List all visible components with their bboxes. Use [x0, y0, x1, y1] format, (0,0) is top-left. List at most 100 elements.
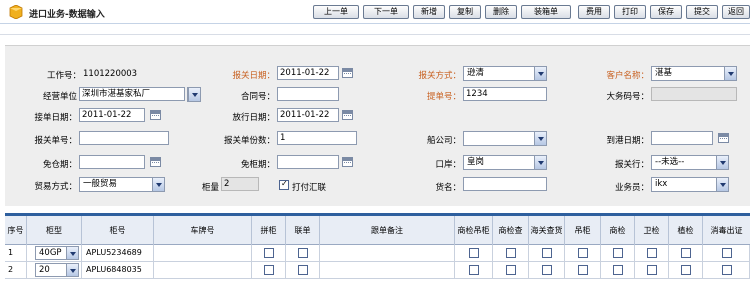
container-type-select[interactable]: 20 — [35, 263, 79, 277]
container-type-cell: 20 — [27, 262, 82, 278]
multi-code-field[interactable] — [651, 87, 737, 101]
free-box-field[interactable] — [277, 155, 339, 169]
arrival-date-field[interactable] — [651, 131, 713, 145]
goods-name-field[interactable] — [463, 177, 547, 191]
delete-button[interactable]: 删除 — [485, 5, 517, 19]
print-button[interactable]: 打印 — [614, 5, 646, 19]
calendar-icon[interactable] — [150, 110, 161, 120]
job-no-label: 工作号： — [46, 71, 81, 81]
header-bar: 进口业务-数据输入 上一单 下一单 新增 复制 删除 装箱单 费用 打印 保存 … — [0, 0, 750, 24]
page-title: 进口业务-数据输入 — [29, 10, 105, 20]
declare-method-select[interactable]: 逊清 — [463, 66, 547, 81]
checkbox-cell — [601, 262, 635, 278]
plate-cell[interactable] — [154, 245, 252, 261]
row-checkbox[interactable] — [722, 265, 732, 275]
checkbox-cell — [601, 245, 635, 261]
port-value: 皇岗 — [467, 157, 485, 167]
submit-button[interactable]: 提交 — [686, 5, 718, 19]
calendar-icon[interactable] — [718, 133, 729, 143]
checkbox-cell — [455, 245, 493, 261]
declare-date-label: 报关日期： — [232, 71, 275, 81]
print-invoice-checkbox[interactable] — [279, 179, 289, 190]
row-number: 2 — [5, 262, 27, 278]
operator-unit-field[interactable]: 深圳市湛基家私厂 — [79, 87, 185, 101]
release-date-field[interactable]: 2011-01-22 — [277, 108, 339, 122]
checkbox-cell — [252, 262, 286, 278]
note-cell[interactable] — [320, 262, 455, 278]
declare-no-field[interactable] — [79, 131, 169, 145]
calendar-icon[interactable] — [342, 157, 353, 167]
row-checkbox[interactable] — [264, 265, 274, 275]
declare-bank-select[interactable]: --未选-- — [651, 155, 729, 170]
row-checkbox[interactable] — [647, 248, 657, 258]
row-checkbox[interactable] — [681, 265, 691, 275]
row-checkbox[interactable] — [578, 248, 588, 258]
row-checkbox[interactable] — [298, 265, 308, 275]
declare-bank-label: 报关行： — [614, 160, 649, 170]
shipping-co-select[interactable] — [463, 131, 547, 146]
row-checkbox[interactable] — [469, 265, 479, 275]
bill-field[interactable]: 1234 — [463, 87, 547, 101]
row-checkbox[interactable] — [506, 248, 516, 258]
chevron-down-icon — [188, 88, 200, 101]
trade-mode-select[interactable]: 一般贸易 — [79, 177, 165, 192]
row-checkbox[interactable] — [298, 248, 308, 258]
declare-copies-field[interactable]: 1 — [277, 131, 357, 145]
free-period-field[interactable] — [79, 155, 145, 169]
calendar-icon[interactable] — [342, 68, 353, 78]
note-cell[interactable] — [320, 245, 455, 261]
checkbox-cell — [529, 262, 565, 278]
table-row: 1 40GP APLU5234689 — [5, 245, 750, 262]
save-button[interactable]: 保存 — [650, 5, 682, 19]
declare-copies-label: 报关单份数： — [223, 136, 275, 146]
row-checkbox[interactable] — [613, 265, 623, 275]
print-invoice-label: 打付汇联 — [292, 183, 327, 193]
prev-button[interactable]: 上一单 — [313, 5, 359, 19]
calendar-icon[interactable] — [150, 157, 161, 167]
row-checkbox[interactable] — [264, 248, 274, 258]
row-number: 1 — [5, 245, 27, 261]
row-checkbox[interactable] — [681, 248, 691, 258]
new-button[interactable]: 新增 — [413, 5, 445, 19]
plate-cell[interactable] — [154, 262, 252, 278]
declare-date-field[interactable]: 2011-01-22 — [277, 66, 339, 80]
packing-list-button[interactable]: 装箱单 — [521, 5, 571, 19]
row-checkbox[interactable] — [722, 248, 732, 258]
row-checkbox[interactable] — [647, 265, 657, 275]
back-button[interactable]: 返回 — [722, 5, 750, 19]
chevron-down-icon — [152, 178, 164, 191]
contract-label: 合同号： — [240, 92, 275, 102]
row-checkbox[interactable] — [613, 248, 623, 258]
receive-date-field[interactable]: 2011-01-22 — [79, 108, 145, 122]
container-no-cell[interactable]: APLU6848035 — [82, 262, 154, 278]
declare-no-label: 报关单号： — [34, 136, 77, 146]
declare-method-value: 逊清 — [467, 68, 485, 78]
fees-button[interactable]: 费用 — [578, 5, 610, 19]
container-no-cell[interactable]: APLU5234689 — [82, 245, 154, 261]
row-checkbox[interactable] — [469, 248, 479, 258]
copy-button[interactable]: 复制 — [449, 5, 481, 19]
bill-label: 提单号： — [426, 92, 461, 102]
container-type-select[interactable]: 40GP — [35, 246, 79, 260]
operator-unit-dropdown[interactable] — [187, 87, 201, 102]
customer-value: 湛基 — [655, 68, 673, 78]
customer-label: 客户名称： — [606, 71, 649, 81]
checkbox-cell — [252, 245, 286, 261]
checkbox-cell — [565, 262, 601, 278]
port-select[interactable]: 皇岗 — [463, 155, 547, 170]
contract-field[interactable] — [277, 87, 339, 101]
customer-select[interactable]: 湛基 — [651, 66, 737, 81]
next-button[interactable]: 下一单 — [363, 5, 409, 19]
row-checkbox[interactable] — [578, 265, 588, 275]
checkbox-cell — [703, 262, 750, 278]
app-logo-icon — [9, 5, 23, 19]
row-checkbox[interactable] — [542, 248, 552, 258]
container-qty-field[interactable]: 2 — [221, 177, 259, 191]
container-type-value: 40GP — [39, 248, 62, 258]
chevron-down-icon — [66, 247, 78, 259]
row-checkbox[interactable] — [542, 265, 552, 275]
row-checkbox[interactable] — [506, 265, 516, 275]
calendar-icon[interactable] — [342, 110, 353, 120]
chevron-down-icon — [534, 156, 546, 169]
salesman-select[interactable]: ikx — [651, 177, 729, 192]
